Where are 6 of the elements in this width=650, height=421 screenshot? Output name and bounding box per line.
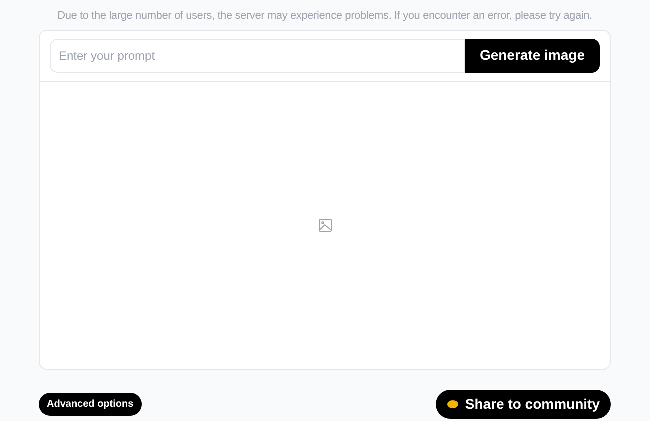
image-placeholder-icon [318, 218, 332, 232]
advanced-options-button[interactable]: Advanced options [39, 392, 142, 416]
prompt-field[interactable]: Enter your prompt [50, 38, 465, 72]
notice-text: Due to the large number of users, the server may experience problems. If you encounter an error, please try again. [58, 9, 592, 24]
share-button[interactable]: Share to community [436, 390, 611, 418]
generate-button[interactable]: Generate image [464, 38, 600, 72]
